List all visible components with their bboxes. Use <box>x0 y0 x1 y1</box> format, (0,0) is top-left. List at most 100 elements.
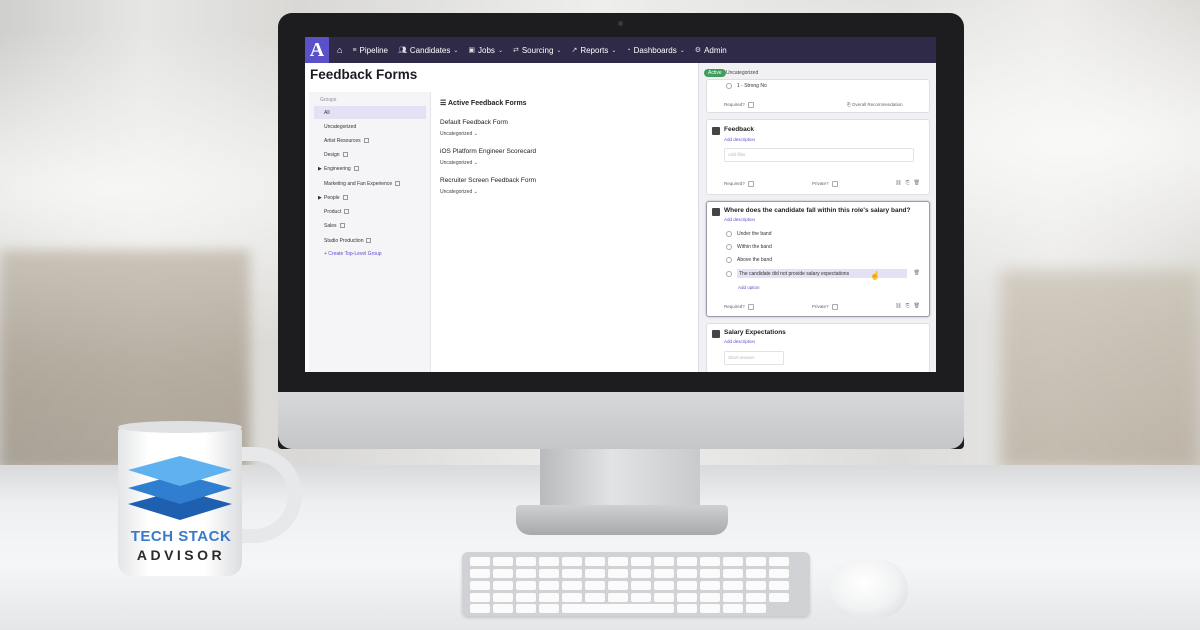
nav-candidates[interactable]: 👥︎ Candidates ⌄ <box>398 46 458 55</box>
form-item-title[interactable]: Recruiter Screen Feedback Form <box>440 177 536 184</box>
forms-list: ☰ Active Feedback Forms Default Feedback… <box>431 92 701 372</box>
group-item-uncategorized[interactable]: Uncategorized <box>314 120 426 133</box>
list-item[interactable]: Under the band <box>726 231 771 237</box>
group-item-engineering[interactable]: ▶ Engineering <box>314 162 426 175</box>
card-actions[interactable]: ⛓⎘🗑︎ <box>895 180 924 186</box>
forms-heading-label: Active Feedback Forms <box>447 100 527 107</box>
option-label: Within the band <box>737 244 772 250</box>
form-item-title[interactable]: Default Feedback Form <box>440 119 508 126</box>
mug-brand-bottom: ADVISOR <box>136 547 226 563</box>
form-item-title[interactable]: iOS Platform Engineer Scorecard <box>440 148 536 155</box>
form-item-tag[interactable]: Uncategorized ⌄ <box>440 131 478 137</box>
required-label: Required? <box>724 102 745 108</box>
question-title[interactable]: Where does the candidate fall within thi… <box>724 207 910 214</box>
list-item[interactable]: Above the band <box>726 257 772 263</box>
status-badge[interactable]: Active <box>704 69 726 77</box>
people-icon: 👥︎ <box>398 47 407 54</box>
caret-right-icon[interactable]: ▶ <box>318 195 322 201</box>
radio-icon <box>726 244 732 250</box>
required-toggle[interactable]: Required? <box>724 181 755 187</box>
multiple-choice-icon <box>712 208 720 216</box>
text-question-icon <box>712 127 720 135</box>
folder-icon <box>353 166 359 171</box>
add-description-link[interactable]: Add description <box>724 137 755 142</box>
checkbox-icon <box>748 102 755 108</box>
form-item-tag[interactable]: Uncategorized ⌄ <box>440 160 478 166</box>
copy-icon[interactable]: ⎘ <box>906 303 914 309</box>
card-actions[interactable]: ⛓⎘🗑︎ <box>895 303 924 309</box>
delete-option[interactable]: 🗑︎ <box>914 270 924 276</box>
nav-pipeline[interactable]: ≡ Pipeline <box>352 46 388 55</box>
nav-dashboards[interactable]: ◔ Dashboards ⌄ <box>626 46 684 55</box>
folder-icon <box>339 223 345 228</box>
group-label: Studio Production <box>324 237 364 244</box>
key-row <box>470 604 769 613</box>
app-logo[interactable]: A <box>305 37 329 63</box>
trash-icon[interactable]: 🗑︎ <box>914 180 924 186</box>
group-label: Marketing and Fan Experience <box>324 180 393 187</box>
nav-sourcing[interactable]: ⇄ Sourcing ⌄ <box>513 46 561 55</box>
form-category[interactable]: Uncategorized <box>726 70 758 76</box>
option-label: Under the band <box>737 231 772 237</box>
group-label: Design <box>324 151 340 158</box>
form-item-tag[interactable]: Uncategorized ⌄ <box>440 189 478 195</box>
nav-jobs[interactable]: ▣ Jobs ⌄ <box>468 46 503 55</box>
camera-icon <box>618 21 623 26</box>
question-card-feedback: Feedback Add description Add filler Requ… <box>706 119 930 195</box>
mug-brand-top: TECH STACK <box>130 528 232 545</box>
group-item-all[interactable]: All <box>314 106 426 119</box>
nav-label: Dashboards <box>633 45 677 55</box>
answer-placeholder-field[interactable]: Short answer <box>724 351 784 365</box>
nav-label: Jobs <box>478 45 495 55</box>
group-item-product[interactable]: Product <box>314 205 426 218</box>
top-navbar: A ⌂ ≡ Pipeline 👥︎ Candidates ⌄ ▣ Jobs ⌄ … <box>305 37 936 63</box>
home-icon[interactable]: ⌂ <box>337 45 342 55</box>
chevron-down-icon: ⌄ <box>473 131 478 137</box>
group-item-people[interactable]: ▶ People <box>314 191 426 204</box>
question-title[interactable]: Salary Expectations <box>724 329 786 336</box>
overall-recommendation-toggle[interactable]: ⎘ Overall Recommendation <box>847 102 903 107</box>
stack-layers-logo-icon <box>128 456 232 520</box>
required-toggle[interactable]: Required? <box>724 102 755 108</box>
list-item[interactable]: Within the band <box>726 244 772 250</box>
copy-icon[interactable]: ⎘ <box>906 180 914 186</box>
nav-label: Pipeline <box>359 45 388 55</box>
monitor-stand <box>540 449 700 509</box>
keyboard <box>462 552 810 616</box>
group-item-studio-production[interactable]: Studio Production <box>314 234 426 247</box>
checkbox-icon <box>748 304 755 310</box>
answer-placeholder-field[interactable]: Add filler <box>724 148 914 162</box>
add-option-link[interactable]: Add option <box>738 285 760 290</box>
add-description-link[interactable]: Add description <box>724 217 755 222</box>
trash-icon[interactable]: 🗑︎ <box>914 303 924 309</box>
question-card-salary-expectations: Salary Expectations Add description Shor… <box>706 323 930 372</box>
required-toggle[interactable]: Required? <box>724 304 755 310</box>
required-label: Required? <box>724 304 745 310</box>
chevron-down-icon: ⌄ <box>611 47 617 54</box>
create-group-link[interactable]: + Create Top-Level Group <box>324 251 382 257</box>
group-item-sales[interactable]: Sales <box>314 219 426 232</box>
chevron-down-icon: ⌄ <box>679 47 685 54</box>
monitor-chin <box>278 392 964 449</box>
add-description-link[interactable]: Add description <box>724 339 755 344</box>
list-item[interactable]: 1 - Strong No <box>726 83 767 89</box>
group-label: People <box>324 194 340 201</box>
trash-icon[interactable]: 🗑︎ <box>914 270 924 276</box>
private-toggle[interactable]: Private? <box>812 181 838 187</box>
nav-reports[interactable]: ↗ Reports ⌄ <box>571 46 616 55</box>
question-card-salary-band: Where does the candidate fall within thi… <box>706 201 930 317</box>
private-toggle[interactable]: Private? <box>812 304 838 310</box>
group-item-marketing[interactable]: Marketing and Fan Experience <box>314 177 426 190</box>
group-item-artist-resources[interactable]: Artist Resources <box>314 134 426 147</box>
nav-admin[interactable]: ⚙ Admin <box>695 46 727 55</box>
caret-right-icon[interactable]: ▶ <box>318 166 322 172</box>
group-item-design[interactable]: Design <box>314 148 426 161</box>
option-label-editing[interactable]: The candidate did not provide salary exp… <box>737 269 907 278</box>
link-icon[interactable]: ⛓ <box>895 303 905 309</box>
group-label: Product <box>324 208 342 215</box>
chart-icon: ↗ <box>571 47 578 54</box>
list-item[interactable]: The candidate did not provide salary exp… <box>726 269 916 278</box>
question-title[interactable]: Feedback <box>724 126 754 133</box>
link-icon[interactable]: ⛓ <box>895 180 905 186</box>
screen: A ⌂ ≡ Pipeline 👥︎ Candidates ⌄ ▣ Jobs ⌄ … <box>305 37 936 372</box>
